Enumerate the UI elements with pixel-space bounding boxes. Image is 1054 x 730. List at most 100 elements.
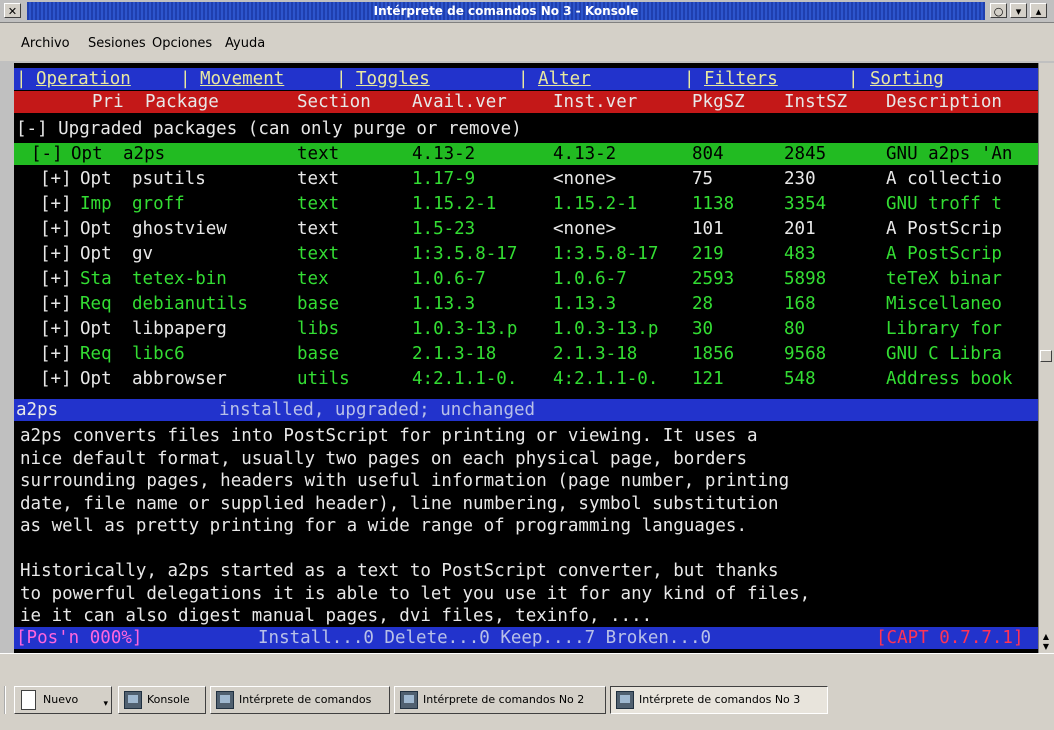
package-row[interactable]: [+] Opt abbrowser utils 4:2.1.1-0. 4:2.1.1-0.… [14, 368, 1038, 390]
menu-ayuda[interactable]: Ayuda [225, 36, 265, 51]
col-section[interactable]: Section [297, 91, 371, 113]
package-section: base [297, 294, 340, 314]
package-pkgsz: 30 [692, 319, 714, 339]
package-pkgsz: 101 [692, 219, 724, 239]
package-pri: Opt [80, 244, 112, 264]
scroll-up-icon[interactable]: ▲ [1040, 632, 1052, 642]
package-toggle[interactable]: [+] [40, 168, 72, 190]
window-titlebar[interactable]: ✕ Intérprete de comandos No 3 - Konsole … [0, 0, 1054, 23]
chevron-down-icon[interactable]: ▾ [103, 691, 108, 717]
scroll-down-icon[interactable]: ▼ [1040, 642, 1052, 652]
package-toggle[interactable]: [+] [40, 268, 72, 290]
package-desc: A PostScrip [886, 219, 1002, 239]
package-toggle[interactable]: [-] [31, 143, 63, 165]
tab-label: Konsole [147, 693, 190, 706]
package-status-bar: a2ps installed, upgraded; unchanged [14, 399, 1038, 421]
col-pri[interactable]: Pri [92, 91, 124, 113]
minimize-icon[interactable]: ▾ [1010, 3, 1027, 18]
package-desc: GNU a2ps 'An [886, 144, 1013, 164]
apt-menu-sorting[interactable]: Sorting [870, 68, 944, 90]
new-session-button[interactable]: Nuevo ▾ [14, 686, 112, 714]
package-pkgsz: 804 [692, 144, 724, 164]
apt-menu-movement[interactable]: Movement [200, 68, 284, 90]
package-pri: Opt [80, 369, 112, 389]
package-inst: <none> [553, 219, 617, 239]
tab-interprete-3[interactable]: Intérprete de comandos No 3 [610, 686, 828, 714]
status-pkg-name: a2ps [16, 400, 59, 420]
col-avail-ver[interactable]: Avail.ver [412, 91, 507, 113]
apt-menu-filters[interactable]: Filters [704, 68, 778, 90]
status-state: installed, upgraded; unchanged [219, 400, 536, 420]
package-pkgsz: 1856 [692, 344, 735, 364]
tab-interprete-2[interactable]: Intérprete de comandos No 2 [394, 686, 606, 714]
menu-sesiones[interactable]: Sesiones [88, 36, 146, 51]
description-line: date, file name or supplied header), lin… [20, 493, 779, 514]
col-package[interactable]: Package [145, 91, 219, 113]
col-inst-ver[interactable]: Inst.ver [553, 91, 637, 113]
menu-archivo[interactable]: Archivo [21, 36, 70, 51]
scrollbar-thumb[interactable] [1040, 350, 1052, 362]
package-toggle[interactable]: [+] [40, 343, 72, 365]
package-toggle[interactable]: [+] [40, 243, 72, 265]
package-toggle[interactable]: [+] [40, 293, 72, 315]
description-line: as well as pretty printing for a wide ra… [20, 516, 747, 536]
package-inst: 1.0.6-7 [553, 269, 627, 289]
description-line [20, 538, 1038, 560]
package-row[interactable]: [+] Opt psutils text 1.17-9 <none> 75 230 A coll… [14, 168, 1038, 190]
package-inst: 1.0.3-13.p [553, 319, 659, 339]
package-toggle[interactable]: [+] [40, 318, 72, 340]
tab-label: Intérprete de comandos [239, 693, 372, 706]
apt-menu-operation[interactable]: Operation [36, 68, 131, 90]
package-row[interactable]: [+] Opt ghostview text 1.5-23 <none> 101 201 A P… [14, 218, 1038, 240]
sticky-icon[interactable]: ○ [990, 3, 1007, 18]
package-pkg: groff [132, 194, 185, 214]
new-doc-icon [21, 690, 36, 710]
package-instsz: 230 [784, 169, 816, 189]
konsole-icon [400, 691, 418, 709]
close-icon[interactable]: ✕ [4, 3, 21, 18]
package-pkgsz: 28 [692, 294, 714, 314]
package-avail: 1.17-9 [412, 169, 476, 189]
package-row[interactable]: [+] Req libc6 base 2.1.3-18 2.1.3-18 1856 9568 G… [14, 343, 1038, 365]
apt-menu-toggles[interactable]: Toggles [356, 68, 430, 90]
package-row[interactable]: [-] Opt a2ps text 4.13-2 4.13-2 804 2845 GNU a2p… [14, 143, 1038, 165]
description-line: nice default format, usually two pages o… [20, 448, 747, 469]
package-pri: Sta [80, 269, 112, 289]
apt-menu-bar: | Operation | Movement | Toggles | Alter… [14, 68, 1038, 90]
tab-interprete-1[interactable]: Intérprete de comandos [210, 686, 390, 714]
package-desc: Miscellaneo [886, 294, 1002, 314]
package-pri: Opt [80, 219, 112, 239]
package-inst: 1:3.5.8-17 [553, 244, 659, 264]
package-desc: GNU troff t [886, 194, 1002, 214]
package-pri: Opt [80, 319, 112, 339]
terminal-area[interactable]: | Operation | Movement | Toggles | Alter… [14, 63, 1038, 653]
package-row[interactable]: [+] Imp groff text 1.15.2-1 1.15.2-1 1138 3354 G… [14, 193, 1038, 215]
apt-menu-sep: | [336, 69, 347, 89]
package-toggle[interactable]: [+] [40, 368, 72, 390]
package-section: text [297, 219, 340, 239]
menu-opciones[interactable]: Opciones [152, 36, 212, 51]
package-section: text [297, 244, 340, 264]
package-pkg: tetex-bin [132, 269, 227, 289]
package-inst: 2.1.3-18 [553, 344, 638, 364]
package-inst: 1.13.3 [553, 294, 617, 314]
package-desc: teTeX binar [886, 269, 1002, 289]
package-toggle[interactable]: [+] [40, 218, 72, 240]
package-pkg: psutils [132, 169, 206, 189]
col-instsz[interactable]: InstSZ [784, 91, 847, 113]
package-row[interactable]: [+] Req debianutils base 1.13.3 1.13.3 28 168 Mi… [14, 293, 1038, 315]
package-pri: Req [80, 294, 112, 314]
group-header[interactable]: [-] Upgraded packages (can only purge or… [16, 118, 1038, 140]
col-description[interactable]: Description [886, 91, 1002, 113]
col-pkgsz[interactable]: PkgSZ [692, 91, 745, 113]
package-row[interactable]: [+] Sta tetex-bin tex 1.0.6-7 1.0.6-7 2593 5898… [14, 268, 1038, 290]
tabbar-handle[interactable] [4, 686, 10, 714]
tab-konsole[interactable]: Konsole [118, 686, 206, 714]
package-row[interactable]: [+] Opt libpaperg libs 1.0.3-13.p 1.0.3-13.p 3… [14, 318, 1038, 340]
package-toggle[interactable]: [+] [40, 193, 72, 215]
apt-menu-alter[interactable]: Alter [538, 68, 591, 90]
maximize-icon[interactable]: ▴ [1030, 3, 1047, 18]
capt-version: [CAPT 0.7.7.1] [876, 628, 1024, 648]
package-pkg: debianutils [132, 294, 248, 314]
package-row[interactable]: [+] Opt gv text 1:3.5.8-17 1:3.5.8-17 219 483 A … [14, 243, 1038, 265]
